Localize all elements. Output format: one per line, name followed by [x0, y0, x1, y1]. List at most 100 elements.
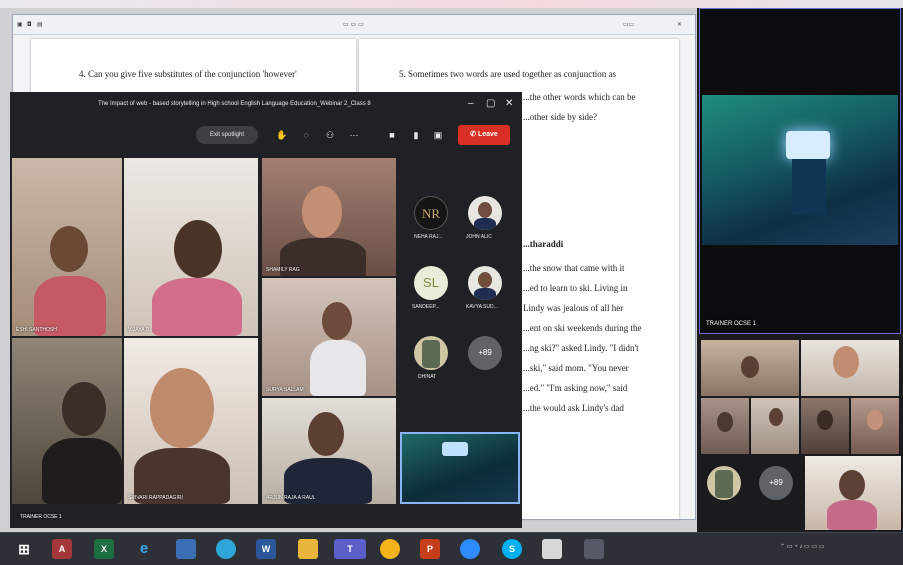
- passage-line: ...ed." "I'm asking now," said: [523, 383, 628, 393]
- powerpoint-app-icon[interactable]: P: [420, 539, 440, 559]
- participant-avatar[interactable]: SL: [414, 266, 448, 300]
- participant-body: [42, 438, 122, 504]
- document-toolbar: ▣ ◘ ▤ ▭ ▭ ▭ ▭▭ ✕: [13, 15, 695, 35]
- close-icon[interactable]: ✕: [505, 98, 513, 109]
- thumbnail-tile[interactable]: [701, 398, 749, 454]
- thumbnail-tile[interactable]: [801, 340, 899, 396]
- presenter-label: TRAINER OCSE 1: [20, 514, 62, 520]
- question-5-line-3: ...other side by side?: [523, 112, 597, 122]
- thumbnail-face: [833, 346, 859, 378]
- maximize-icon[interactable]: ▢: [486, 98, 495, 109]
- participant-avatar[interactable]: [468, 266, 502, 300]
- edge-app-icon[interactable]: e: [134, 539, 154, 559]
- participant-name: NEHA RAJ...: [414, 234, 443, 240]
- people-icon[interactable]: ⚇: [324, 129, 336, 141]
- participant-name: SANDEEP...: [412, 304, 440, 310]
- windows-taskbar: ⊞ A X e W T P S ⌃ ▭ ◔ ♪ ▭ ▭ ▭: [0, 532, 903, 565]
- thumbnail-face: [769, 408, 783, 426]
- tool-app-icon[interactable]: [584, 539, 604, 559]
- thumbnail-tile[interactable]: [851, 398, 899, 454]
- start-button[interactable]: ⊞: [14, 539, 34, 559]
- thumbnail-tile[interactable]: [701, 340, 799, 396]
- camera-icon[interactable]: ■: [386, 129, 398, 141]
- participant-face: [150, 368, 214, 448]
- skype-app-icon[interactable]: S: [502, 539, 522, 559]
- passage-line: ...ski," said mom. "You never: [523, 363, 629, 373]
- video-tile[interactable]: [12, 338, 122, 504]
- video-tile[interactable]: SRIVARI RAPPADAGIRI: [124, 338, 258, 504]
- video-tile[interactable]: ARJUN RAJA A RAUL: [262, 398, 396, 504]
- trainer-main-tile[interactable]: TRAINER OCSE 1: [699, 8, 901, 334]
- avatar-body: [474, 218, 496, 230]
- avatar-figure: [715, 470, 733, 498]
- participant-face: [308, 412, 344, 456]
- close-icon[interactable]: ✕: [677, 21, 682, 28]
- participant-avatar[interactable]: [414, 336, 448, 370]
- door-shape: [792, 159, 826, 215]
- share-screen-icon[interactable]: ▣: [432, 129, 444, 141]
- trainer-video: [702, 95, 898, 245]
- more-icon[interactable]: ⋯: [348, 129, 360, 141]
- participant-name: DHINAT: [418, 374, 437, 380]
- meeting-toolbar: Exit spotlight ✋ ◌ ⚇ ⋯ ■ ▮ ▣ ✆ Leave: [10, 118, 522, 152]
- participant-avatar[interactable]: [707, 466, 741, 500]
- video-tile[interactable]: SHAMILY RAG: [262, 158, 396, 276]
- paint-app-icon[interactable]: [542, 539, 562, 559]
- participant-avatar[interactable]: [468, 196, 502, 230]
- teams-app-icon[interactable]: T: [334, 539, 366, 559]
- video-tile[interactable]: ESHI SANTHOSH: [12, 158, 122, 336]
- avatar-face: [478, 202, 492, 218]
- page-indicator: ▭ ▭ ▭: [343, 21, 364, 28]
- participant-name: SRIVARI RAPPADAGIRI: [128, 495, 183, 501]
- excel-app-icon[interactable]: X: [94, 539, 114, 559]
- access-app-icon[interactable]: A: [52, 539, 72, 559]
- chat-icon[interactable]: ◌: [300, 129, 312, 141]
- passage-line: ...the snow that came with it: [523, 263, 625, 273]
- thumbnail-face: [839, 470, 865, 500]
- thumbnail-face: [867, 410, 883, 430]
- thumbnail-tile[interactable]: [801, 398, 849, 454]
- question-5-line-2: ...the other words which can be: [523, 92, 636, 102]
- question-5: 5. Sometimes two words are used together…: [399, 69, 616, 79]
- save-icon[interactable]: ◘: [27, 21, 32, 28]
- trainer-preview-tile[interactable]: [400, 432, 520, 504]
- microphone-icon[interactable]: ▮: [410, 129, 422, 141]
- video-tile[interactable]: VIJAYA D: [124, 158, 258, 336]
- thumbnail-face: [741, 356, 759, 378]
- thumbnail-face: [717, 412, 733, 432]
- minimize-icon[interactable]: –: [468, 98, 474, 109]
- exit-spotlight-button[interactable]: Exit spotlight: [196, 126, 258, 144]
- chrome-app-icon[interactable]: [380, 539, 400, 559]
- avatar-figure: [422, 340, 440, 368]
- more-participants-button[interactable]: +89: [468, 336, 502, 370]
- secondary-video-panel: TRAINER OCSE 1 +89: [697, 8, 903, 532]
- participant-avatar[interactable]: NR: [414, 196, 448, 230]
- hand-icon[interactable]: ✋: [276, 129, 288, 141]
- thumbnail-body: [827, 500, 877, 530]
- meeting-window: The Impact of web - based storytelling i…: [10, 92, 522, 528]
- folder-icon[interactable]: ▤: [37, 21, 43, 28]
- participant-name: ARJUN RAJA A RAUL: [266, 495, 316, 501]
- light-glow: [786, 131, 830, 159]
- word-app-icon[interactable]: W: [256, 539, 276, 559]
- thumbnail-tile[interactable]: [805, 456, 901, 530]
- participant-name: ESHI SANTHOSH: [16, 327, 57, 333]
- files-app-icon[interactable]: [298, 539, 318, 559]
- thumbnail-tile[interactable]: [751, 398, 799, 454]
- zoom-control[interactable]: ▭▭: [623, 21, 634, 28]
- leave-button[interactable]: ✆ Leave: [458, 125, 510, 145]
- more-participants-button[interactable]: +89: [759, 466, 793, 500]
- participant-name: SURYA SALLAM: [266, 387, 304, 393]
- participant-face: [174, 220, 222, 278]
- participant-face: [322, 302, 352, 340]
- video-tile[interactable]: SURYA SALLAM: [262, 278, 396, 396]
- passage-line: ...ng ski?" asked Lindy. "I didn't: [523, 343, 639, 353]
- zoom-app-icon[interactable]: [460, 539, 480, 559]
- telegram-app-icon[interactable]: [216, 539, 236, 559]
- app-icon: ▣: [17, 21, 23, 28]
- passage-heading: ...tharaddi: [523, 239, 564, 249]
- participant-name: JOHN ALIC: [466, 234, 492, 240]
- system-tray[interactable]: ⌃ ▭ ◔ ♪ ▭ ▭ ▭: [780, 543, 824, 550]
- explorer-app-icon[interactable]: [176, 539, 196, 559]
- participant-body: [152, 278, 242, 336]
